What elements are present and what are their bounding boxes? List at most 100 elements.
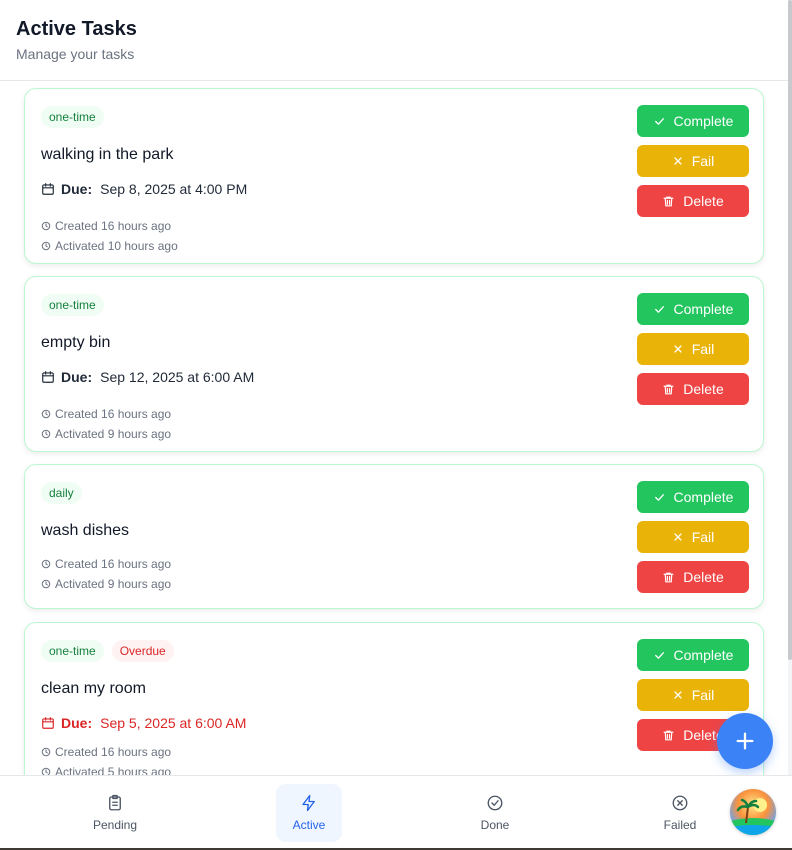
fail-button[interactable]: Fail — [637, 521, 749, 553]
page-header: Active Tasks Manage your tasks — [0, 0, 788, 81]
check-icon — [654, 651, 664, 659]
check-icon — [654, 493, 664, 501]
clock-icon — [41, 409, 51, 419]
created-text: Created 16 hours ago — [55, 745, 172, 759]
activated-text: Activated 5 hours ago — [55, 765, 172, 775]
created-meta: Created 16 hours ago — [41, 407, 171, 421]
calendar-icon — [42, 371, 54, 383]
task-type-badge: daily — [41, 482, 82, 504]
clock-icon — [41, 241, 51, 251]
activated-meta: Activated 9 hours ago — [41, 577, 171, 591]
fail-button[interactable]: Fail — [637, 333, 749, 365]
calendar-icon — [42, 717, 54, 729]
delete-label: Delete — [683, 381, 724, 397]
nav-label: Active — [292, 818, 326, 832]
delete-button[interactable]: Delete — [637, 373, 749, 405]
nav-label: Done — [480, 818, 510, 832]
complete-label: Complete — [673, 489, 734, 505]
complete-button[interactable]: Complete — [637, 105, 749, 137]
activated-meta: Activated 10 hours ago — [41, 239, 178, 253]
complete-button[interactable]: Complete — [637, 293, 749, 325]
nav-label: Failed — [663, 818, 697, 832]
complete-label: Complete — [673, 647, 734, 663]
lightning-icon — [302, 794, 315, 812]
delete-button[interactable]: Delete — [637, 185, 749, 217]
delete-button[interactable]: Delete — [637, 561, 749, 593]
activated-meta: Activated 5 hours ago — [41, 765, 171, 775]
page-subtitle: Manage your tasks — [16, 46, 135, 62]
task-type-badge: one-time — [41, 106, 104, 128]
nav-active[interactable]: Active — [276, 784, 342, 842]
fail-label: Fail — [691, 153, 715, 169]
complete-button[interactable]: Complete — [637, 481, 749, 513]
trash-icon — [663, 384, 674, 394]
x-icon — [674, 345, 682, 353]
nav-failed[interactable]: Failed — [647, 784, 713, 842]
clock-icon — [41, 579, 51, 589]
activated-text: Activated 10 hours ago — [55, 239, 178, 253]
calendar-icon — [42, 183, 54, 195]
created-text: Created 16 hours ago — [55, 557, 172, 571]
task-title: walking in the park — [41, 146, 174, 163]
fail-button[interactable]: Fail — [637, 145, 749, 177]
task-card: one-time walking in the park Due: Sep 8,… — [24, 88, 764, 264]
task-card: daily wash dishes Created 16 hours ago A… — [24, 464, 764, 609]
delete-label: Delete — [683, 193, 724, 209]
created-text: Created 16 hours ago — [55, 219, 172, 233]
trash-icon — [663, 196, 674, 206]
clock-icon — [41, 221, 51, 231]
task-title: clean my room — [41, 680, 146, 697]
fail-button[interactable]: Fail — [637, 679, 749, 711]
due-label: Due: — [61, 369, 93, 385]
due-label: Due: — [61, 181, 93, 197]
fail-label: Fail — [691, 529, 715, 545]
due-date: Sep 5, 2025 at 6:00 AM — [100, 715, 247, 731]
x-circle-icon — [672, 795, 688, 811]
clock-icon — [41, 747, 51, 757]
due-label: Due: — [61, 715, 93, 731]
complete-label: Complete — [673, 301, 734, 317]
created-meta: Created 16 hours ago — [41, 219, 171, 233]
nav-done[interactable]: Done — [462, 784, 528, 842]
complete-label: Complete — [673, 113, 734, 129]
task-title: wash dishes — [41, 522, 130, 539]
activated-meta: Activated 9 hours ago — [41, 427, 171, 441]
task-type-badge: one-time — [41, 640, 104, 662]
x-icon — [674, 157, 682, 165]
task-title: empty bin — [41, 334, 111, 351]
scrollbar-thumb[interactable] — [788, 0, 792, 660]
clock-icon — [41, 767, 51, 775]
created-meta: Created 16 hours ago — [41, 745, 171, 759]
task-due: Due: Sep 12, 2025 at 6:00 AM — [41, 369, 254, 385]
fail-label: Fail — [691, 341, 715, 357]
trash-icon — [663, 572, 674, 582]
x-icon — [674, 691, 682, 699]
delete-label: Delete — [683, 569, 724, 585]
task-card: one-time Overdue clean my room Due: Sep … — [24, 622, 764, 775]
bottom-nav: Pending Active Done Failed — [0, 775, 792, 850]
activated-text: Activated 9 hours ago — [55, 577, 172, 591]
x-icon — [674, 533, 682, 541]
task-due: Due: Sep 8, 2025 at 4:00 PM — [41, 181, 247, 197]
check-icon — [654, 305, 664, 313]
nav-pending[interactable]: Pending — [82, 784, 148, 842]
clipboard-icon — [109, 794, 121, 811]
nav-label: Pending — [92, 818, 138, 832]
due-date: Sep 8, 2025 at 4:00 PM — [100, 181, 248, 197]
check-icon — [654, 117, 664, 125]
add-task-button[interactable] — [717, 713, 773, 769]
task-list: one-time walking in the park Due: Sep 8,… — [0, 81, 788, 775]
created-meta: Created 16 hours ago — [41, 557, 171, 571]
task-due: Due: Sep 5, 2025 at 6:00 AM — [41, 715, 246, 731]
avatar[interactable] — [730, 789, 776, 835]
plus-icon — [736, 732, 754, 750]
task-card: one-time empty bin Due: Sep 12, 2025 at … — [24, 276, 764, 452]
page-title: Active Tasks — [16, 18, 137, 40]
due-date: Sep 12, 2025 at 6:00 AM — [100, 369, 255, 385]
activated-text: Activated 9 hours ago — [55, 427, 172, 441]
complete-button[interactable]: Complete — [637, 639, 749, 671]
trash-icon — [663, 730, 674, 740]
fail-label: Fail — [691, 687, 715, 703]
check-circle-icon — [487, 795, 503, 811]
clock-icon — [41, 429, 51, 439]
